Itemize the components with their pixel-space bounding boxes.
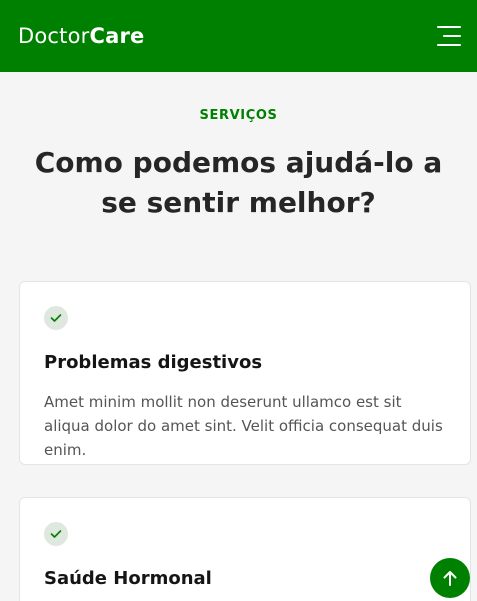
- menu-line: [443, 35, 461, 37]
- service-card: Problemas digestivos Amet minim mollit n…: [19, 281, 471, 465]
- section-title: Como podemos ajudá-lo a se sentir melhor…: [34, 146, 443, 219]
- hamburger-icon[interactable]: [435, 25, 461, 47]
- service-card-title: Problemas digestivos: [44, 352, 263, 373]
- site-header: DoctorCare: [0, 0, 477, 72]
- service-card: Saúde Hormonal: [19, 497, 471, 601]
- check-icon: [44, 522, 68, 546]
- logo-text-light: Doctor: [18, 24, 90, 48]
- service-card-title: Saúde Hormonal: [44, 568, 212, 589]
- service-card-text: Amet minim mollit non deserunt ullamco e…: [44, 393, 443, 459]
- section-eyebrow: SERVIÇOS: [199, 108, 278, 123]
- arrow-up-icon: [443, 571, 457, 586]
- logo[interactable]: DoctorCare: [18, 24, 144, 48]
- check-icon: [44, 306, 68, 330]
- menu-line: [437, 44, 461, 46]
- logo-text-bold: Care: [89, 24, 145, 48]
- menu-line: [437, 26, 461, 28]
- back-to-top-button[interactable]: [430, 558, 470, 598]
